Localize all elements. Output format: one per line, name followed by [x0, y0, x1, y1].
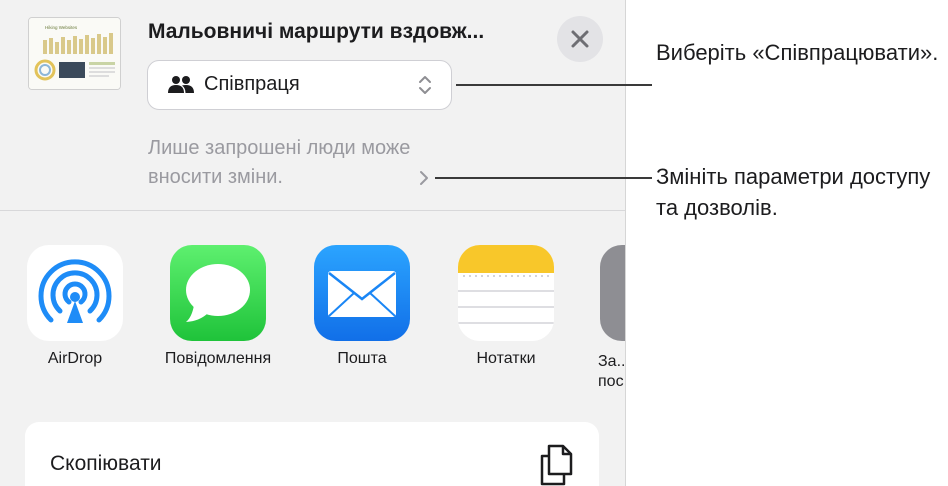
copy-label: Скопіювати [50, 452, 162, 475]
app-label: За... пос... [598, 353, 625, 390]
airdrop-icon [38, 259, 112, 323]
thumbnail-title: Hiking Websites [45, 25, 78, 30]
access-permissions-link[interactable]: Лише запрошені люди може вносити зміни. [148, 134, 438, 192]
close-icon [571, 30, 589, 48]
share-sheet: Hiking Websites Мальовничі маршрути вздо… [0, 0, 625, 486]
app-label: Нотатки [476, 350, 536, 367]
messages-icon [186, 264, 250, 322]
app-label: Повідомлення [164, 350, 272, 367]
notes-icon [458, 245, 554, 341]
app-label: AirDrop [47, 350, 103, 367]
close-button[interactable] [557, 16, 603, 62]
collaboration-select[interactable]: Співпраця [147, 60, 452, 110]
app-reminders[interactable]: За... пос... [590, 245, 625, 390]
app-notes[interactable]: Нотатки [446, 245, 566, 380]
app-label: Пошта [337, 350, 387, 367]
document-title: Мальовничі маршрути вздовж... [148, 20, 485, 43]
callout-line [456, 84, 652, 86]
app-messages[interactable]: Повідомлення [158, 245, 278, 380]
callout-line [435, 177, 652, 179]
app-airdrop[interactable]: AirDrop [15, 245, 135, 380]
document-thumbnail: Hiking Websites [28, 17, 121, 90]
callout-collaborate: Виберіть «Співпрацювати». [656, 40, 939, 65]
chevron-updown-icon [419, 76, 431, 94]
callout-access: Змініть параметри доступу та дозволів. [656, 164, 931, 220]
app-mail[interactable]: Пошта [302, 245, 422, 380]
people-icon [168, 76, 194, 93]
chevron-right-icon [420, 171, 428, 185]
copy-icon [540, 444, 573, 486]
mail-icon [328, 271, 396, 317]
copy-action[interactable]: Скопіювати [25, 422, 599, 486]
reminders-icon [600, 245, 625, 341]
collaboration-select-label: Співпраця [204, 73, 300, 95]
sheet-border [625, 0, 626, 486]
divider [0, 210, 625, 211]
